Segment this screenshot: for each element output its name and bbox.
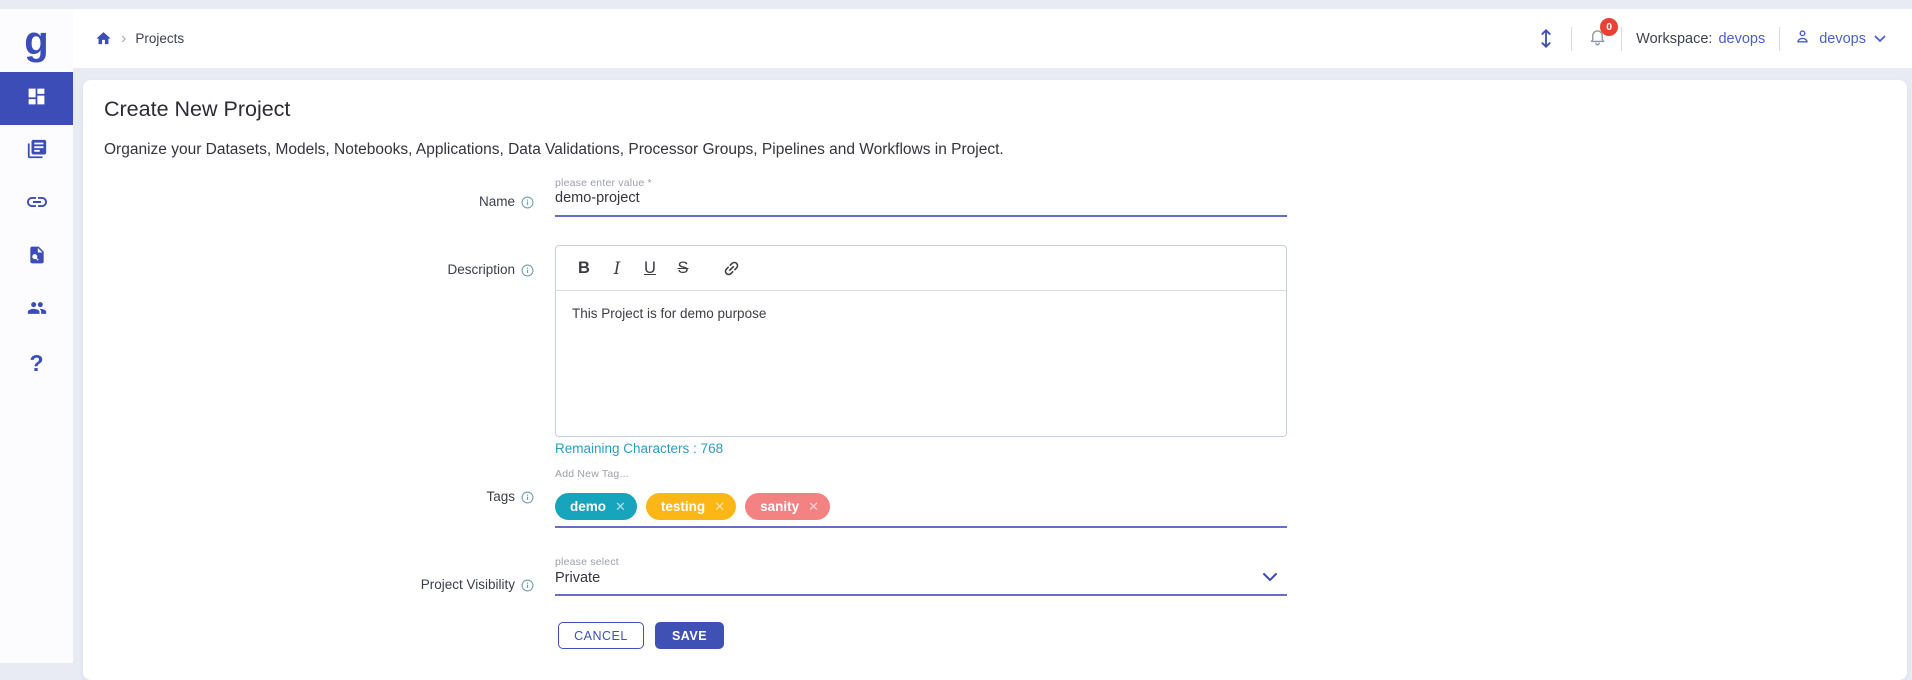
tag-chip[interactable]: sanity ✕	[745, 493, 830, 520]
project-visibility-info-icon[interactable]	[521, 579, 534, 592]
link-icon	[25, 190, 49, 219]
brand-logo[interactable]: g	[0, 9, 73, 72]
people-icon	[25, 298, 49, 323]
sidebar-item-users[interactable]	[0, 284, 73, 337]
divider	[1571, 27, 1572, 51]
tag-chip-label: sanity	[760, 499, 799, 514]
tag-chip-label: demo	[570, 499, 606, 514]
tags-info-icon[interactable]	[521, 491, 534, 504]
add-tag-placeholder[interactable]: Add New Tag...	[555, 468, 629, 480]
tag-chip[interactable]: demo ✕	[555, 493, 637, 520]
user-menu[interactable]: devops	[1794, 28, 1886, 50]
visibility-select[interactable]: Private	[555, 570, 1255, 586]
sidebar-item-library[interactable]	[0, 125, 73, 178]
page-subtitle: Organize your Datasets, Models, Notebook…	[104, 141, 1004, 159]
description-info-icon[interactable]	[521, 264, 534, 277]
tags-label: Tags	[305, 489, 515, 504]
resize-height-icon[interactable]	[1535, 25, 1557, 52]
tag-chip-label: testing	[661, 499, 705, 514]
name-label: Name	[305, 194, 515, 209]
search-document-icon	[27, 244, 47, 271]
visibility-underline	[555, 594, 1287, 596]
home-icon[interactable]	[95, 30, 112, 47]
sidebar-item-dashboard[interactable]	[0, 72, 73, 125]
notification-badge: 0	[1600, 18, 1618, 36]
sidebar-item-help[interactable]: ?	[0, 337, 73, 390]
breadcrumb: › Projects	[95, 30, 184, 47]
sidebar-item-data-search[interactable]	[0, 231, 73, 284]
italic-button[interactable]: I	[605, 254, 629, 282]
bell-icon	[1588, 34, 1607, 51]
save-button[interactable]: SAVE	[655, 622, 724, 649]
description-editor: B I U S This Project is for demo purpose	[555, 245, 1287, 437]
select-chevron-icon[interactable]	[1262, 572, 1278, 582]
description-toolbar: B I U S	[556, 246, 1286, 291]
chevron-down-icon	[1874, 30, 1886, 48]
description-textarea[interactable]: This Project is for demo purpose	[556, 291, 1286, 336]
help-icon: ?	[29, 350, 43, 377]
name-info-icon[interactable]	[521, 196, 534, 209]
topbar: › Projects 0 Workspace: devops	[73, 9, 1912, 68]
visibility-hint: please select	[555, 556, 619, 568]
workspace-value-link[interactable]: devops	[1718, 31, 1765, 47]
name-input[interactable]	[555, 190, 1287, 206]
breadcrumb-projects[interactable]: Projects	[135, 31, 184, 46]
topbar-right: 0 Workspace: devops devops	[1535, 25, 1886, 52]
user-name: devops	[1819, 31, 1866, 47]
remove-tag-icon[interactable]: ✕	[615, 499, 626, 515]
divider	[1621, 27, 1622, 51]
breadcrumb-separator: ›	[121, 31, 126, 47]
sidebar-item-connections[interactable]	[0, 178, 73, 231]
remove-tag-icon[interactable]: ✕	[808, 499, 819, 515]
user-icon	[1794, 28, 1811, 50]
sidebar: g ?	[0, 9, 73, 663]
tag-chip[interactable]: testing ✕	[646, 493, 736, 520]
create-project-card: Create New Project Organize your Dataset…	[83, 80, 1907, 680]
bold-button[interactable]: B	[572, 254, 596, 282]
tag-chips: demo ✕ testing ✕ sanity ✕	[555, 493, 830, 520]
workspace-label: Workspace:	[1636, 31, 1712, 47]
library-icon	[26, 138, 48, 165]
remaining-characters: Remaining Characters : 768	[555, 441, 723, 456]
project-visibility-label: Project Visibility	[305, 577, 515, 592]
name-hint: please enter value *	[555, 177, 652, 189]
notifications-button[interactable]: 0	[1588, 26, 1607, 52]
insert-link-button[interactable]	[719, 254, 743, 282]
underline-button[interactable]: U	[638, 254, 662, 282]
dashboard-icon	[26, 86, 47, 112]
tags-underline	[555, 526, 1287, 528]
divider	[1779, 27, 1780, 51]
cancel-button[interactable]: CANCEL	[558, 622, 644, 649]
description-label: Description	[305, 262, 515, 277]
remove-tag-icon[interactable]: ✕	[714, 499, 725, 515]
strikethrough-button[interactable]: S	[671, 254, 695, 282]
page-title: Create New Project	[104, 97, 290, 122]
name-underline	[555, 215, 1287, 217]
